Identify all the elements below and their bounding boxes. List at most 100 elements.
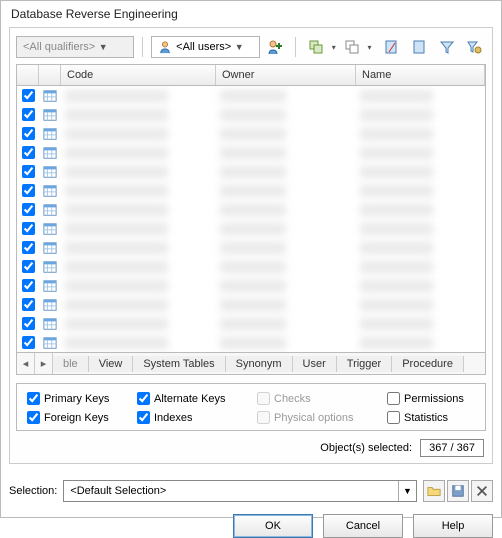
qualifier-combo[interactable]: <All qualifiers> ▼ xyxy=(16,36,134,58)
table-row[interactable] xyxy=(17,86,485,105)
option-primary-keys[interactable]: Primary Keys xyxy=(27,392,137,405)
table-row[interactable] xyxy=(17,257,485,276)
objects-selected-row: Object(s) selected: 367 / 367 xyxy=(16,439,484,457)
option-indexes[interactable]: Indexes xyxy=(137,411,257,424)
row-checkbox[interactable] xyxy=(22,108,35,121)
selection-row: Selection: <Default Selection> ▼ xyxy=(9,480,493,502)
row-checkbox[interactable] xyxy=(22,298,35,311)
user-icon xyxy=(158,40,172,54)
options-group: Primary Keys Alternate Keys Checks Permi… xyxy=(16,383,486,431)
row-checkbox[interactable] xyxy=(22,165,35,178)
row-checkbox[interactable] xyxy=(22,184,35,197)
window-title: Database Reverse Engineering xyxy=(1,1,501,27)
chevron-down-icon: ▼ xyxy=(95,42,111,52)
table-row[interactable] xyxy=(17,143,485,162)
tab-system-tables[interactable]: System Tables xyxy=(133,356,225,372)
table-row[interactable] xyxy=(17,314,485,333)
row-checkbox[interactable] xyxy=(22,260,35,273)
user-plus-icon xyxy=(267,39,283,55)
column-header-code[interactable]: Code xyxy=(61,65,216,85)
filter-tools-button[interactable] xyxy=(462,36,486,58)
save-icon xyxy=(451,484,465,498)
column-header-name[interactable]: Name xyxy=(356,65,485,85)
user-add-button[interactable] xyxy=(264,36,288,58)
table-row[interactable] xyxy=(17,219,485,238)
row-checkbox[interactable] xyxy=(22,146,35,159)
tab-user[interactable]: User xyxy=(293,356,337,372)
option-foreign-keys[interactable]: Foreign Keys xyxy=(27,411,137,424)
table-icon xyxy=(39,200,61,219)
chevron-down-icon: ▼ xyxy=(398,481,416,501)
row-checkbox[interactable] xyxy=(22,317,35,330)
option-physical-options: Physical options xyxy=(257,411,387,424)
option-permissions[interactable]: Permissions xyxy=(387,392,487,405)
cascade-icon xyxy=(308,39,324,55)
table-icon xyxy=(39,295,61,314)
grid-body[interactable] xyxy=(17,86,485,352)
table-row[interactable] xyxy=(17,162,485,181)
dialog-window: Database Reverse Engineering <All qualif… xyxy=(0,0,502,518)
selection-open-button[interactable] xyxy=(423,480,445,502)
table-icon xyxy=(39,124,61,143)
select-all-button[interactable] xyxy=(304,36,328,58)
table-row[interactable] xyxy=(17,276,485,295)
table-icon xyxy=(39,86,61,105)
table-row[interactable] xyxy=(17,200,485,219)
table-row[interactable] xyxy=(17,295,485,314)
selection-save-button[interactable] xyxy=(447,480,469,502)
option-checks: Checks xyxy=(257,392,387,405)
selection-combo[interactable]: <Default Selection> ▼ xyxy=(63,480,417,502)
row-checkbox[interactable] xyxy=(22,222,35,235)
row-checkbox[interactable] xyxy=(22,203,35,216)
tabs-row: ◂ ▸ ble View System Tables Synonym User … xyxy=(16,353,486,375)
tool-button-1[interactable] xyxy=(379,36,403,58)
option-statistics[interactable]: Statistics xyxy=(387,411,487,424)
objects-grid: Code Owner Name xyxy=(16,64,486,353)
funnel-icon xyxy=(439,39,455,55)
objects-selected-value: 367 / 367 xyxy=(420,439,484,457)
table-row[interactable] xyxy=(17,238,485,257)
tool-button-2[interactable] xyxy=(407,36,431,58)
table-icon xyxy=(39,314,61,333)
option-alternate-keys[interactable]: Alternate Keys xyxy=(137,392,257,405)
table-icon xyxy=(39,238,61,257)
tab-table-partial[interactable]: ble xyxy=(53,356,89,372)
tool-icon xyxy=(383,39,399,55)
delete-icon xyxy=(475,484,489,498)
row-checkbox[interactable] xyxy=(22,89,35,102)
objects-selected-label: Object(s) selected: xyxy=(320,442,412,454)
table-icon xyxy=(39,143,61,162)
table-icon xyxy=(39,333,61,352)
tab-scroll-left[interactable]: ◂ xyxy=(17,353,35,374)
table-row[interactable] xyxy=(17,124,485,143)
funnel-gear-icon xyxy=(466,39,482,55)
row-checkbox[interactable] xyxy=(22,336,35,349)
selection-delete-button[interactable] xyxy=(471,480,493,502)
tab-view[interactable]: View xyxy=(89,356,134,372)
table-row[interactable] xyxy=(17,105,485,124)
tool-icon xyxy=(411,39,427,55)
tab-scroll-right[interactable]: ▸ xyxy=(35,353,53,374)
tab-synonym[interactable]: Synonym xyxy=(226,356,293,372)
chevron-down-icon: ▼ xyxy=(231,42,247,52)
grid-header: Code Owner Name xyxy=(17,65,485,86)
deselect-all-button[interactable] xyxy=(340,36,364,58)
content-frame: <All qualifiers> ▼ <All users> ▼ ▾ ▾ xyxy=(9,27,493,464)
user-combo[interactable]: <All users> ▼ xyxy=(151,36,259,58)
table-icon xyxy=(39,162,61,181)
row-checkbox[interactable] xyxy=(22,127,35,140)
cascade-icon xyxy=(344,39,360,55)
table-row[interactable] xyxy=(17,181,485,200)
table-icon xyxy=(39,105,61,124)
table-row[interactable] xyxy=(17,333,485,352)
tab-trigger[interactable]: Trigger xyxy=(337,356,392,372)
filter-button[interactable] xyxy=(435,36,459,58)
user-combo-text: <All users> xyxy=(176,41,231,53)
table-icon xyxy=(39,181,61,200)
selection-combo-text: <Default Selection> xyxy=(64,485,398,497)
tab-procedure[interactable]: Procedure xyxy=(392,356,464,372)
column-header-owner[interactable]: Owner xyxy=(216,65,356,85)
row-checkbox[interactable] xyxy=(22,279,35,292)
row-checkbox[interactable] xyxy=(22,241,35,254)
table-icon xyxy=(39,257,61,276)
